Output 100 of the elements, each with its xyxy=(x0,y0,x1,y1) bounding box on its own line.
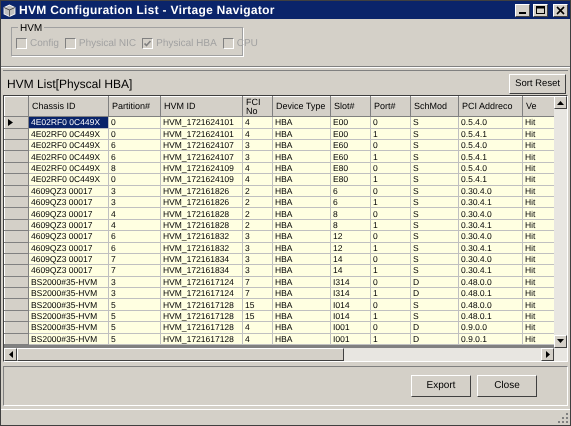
table-cell: BS2000#35-HVM xyxy=(28,322,108,334)
table-cell: 0.5.4.1 xyxy=(458,128,522,140)
table-cell: 0.48.0.0 xyxy=(458,276,522,288)
vertical-scrollbar[interactable] xyxy=(554,96,567,361)
table-cell: HVM_1721617128 xyxy=(160,298,242,310)
table-cell: 0.9.0.0 xyxy=(458,322,522,334)
table-cell: HBA xyxy=(272,116,330,128)
column-header[interactable]: Slot# xyxy=(330,96,370,117)
table-cell: HBA xyxy=(272,150,330,162)
table-cell: 0.30.4.1 xyxy=(458,219,522,231)
table-cell: HBA xyxy=(272,264,330,276)
row-pointer-icon xyxy=(8,118,13,126)
table-cell: HVM_172161834 xyxy=(160,264,242,276)
column-header[interactable]: SchMod xyxy=(410,96,458,117)
export-button[interactable]: Export xyxy=(411,374,471,397)
minimize-button[interactable] xyxy=(515,4,530,17)
table-cell: 4E02RF0 0C449X xyxy=(28,128,108,140)
table-cell: HBA xyxy=(272,310,330,322)
table-cell: 4609QZ3 00017 xyxy=(28,208,108,220)
table-cell: BS2000#35-HVM xyxy=(28,310,108,322)
table-cell: 4609QZ3 00017 xyxy=(28,185,108,196)
table-cell: 4E02RF0 0C449X xyxy=(28,162,108,174)
table-cell: 0.9.0.1 xyxy=(458,333,522,345)
table-cell: 4609QZ3 00017 xyxy=(28,219,108,231)
table-cell: BS2000#35-HVM xyxy=(28,333,108,345)
table-cell: HBA xyxy=(272,298,330,310)
scroll-down-icon[interactable] xyxy=(557,339,564,344)
table-cell: HVM_1721624101 xyxy=(160,128,242,140)
sort-reset-button[interactable]: Sort Reset xyxy=(509,74,566,94)
table-cell: HBA xyxy=(272,276,330,288)
table-cell: 0.5.4.0 xyxy=(458,162,522,174)
table-cell: 0.48.0.1 xyxy=(458,310,522,322)
table-cell: HBA xyxy=(272,208,330,220)
resize-grip-icon[interactable] xyxy=(557,412,568,424)
table-cell: HBA xyxy=(272,162,330,174)
column-header[interactable]: PCI Addreco xyxy=(458,96,522,117)
table-cell: 4609QZ3 00017 xyxy=(28,253,108,265)
table-cell: 0.5.4.1 xyxy=(458,150,522,162)
table-cell: HVM_1721624107 xyxy=(160,139,242,151)
table-cell: 0.5.4.1 xyxy=(458,174,522,186)
table-cell: 0 xyxy=(108,128,160,140)
maximize-icon xyxy=(534,4,547,16)
table-cell: HVM_172161828 xyxy=(160,208,242,220)
table-cell: 0.5.4.0 xyxy=(458,139,522,151)
scroll-up-icon[interactable] xyxy=(557,100,564,105)
table-cell: HBA xyxy=(272,322,330,334)
minimize-icon xyxy=(519,12,526,14)
column-header[interactable]: Device Type xyxy=(272,96,330,117)
table-cell: HVM_172161826 xyxy=(160,185,242,196)
table-cell: 0.48.0.1 xyxy=(458,288,522,299)
table-cell: 4E02RF0 0C449X xyxy=(28,139,108,151)
table-cell: HBA xyxy=(272,253,330,265)
table-cell: HBA xyxy=(272,128,330,140)
column-header[interactable]: Ve xyxy=(522,96,554,117)
table-cell: 0.30.4.0 xyxy=(458,208,522,220)
table-cell: 0.30.4.0 xyxy=(458,253,522,265)
column-header[interactable]: FCI No xyxy=(242,96,272,117)
close-button[interactable]: Close xyxy=(477,374,537,397)
scroll-left-icon[interactable] xyxy=(8,350,12,358)
table-cell: HBA xyxy=(272,288,330,299)
table-cell: 0.30.4.1 xyxy=(458,196,522,208)
table-cell: HBA xyxy=(272,230,330,242)
table-cell: HBA xyxy=(272,242,330,254)
scrollbar-thumb[interactable] xyxy=(17,348,344,361)
app-cube-icon xyxy=(3,4,16,17)
table-cell: HBA xyxy=(272,139,330,151)
table-cell: 3 xyxy=(108,185,160,196)
table-cell: HVM_172161832 xyxy=(160,230,242,242)
table-cell: HVM_1721624109 xyxy=(160,162,242,174)
table-cell: 4609QZ3 00017 xyxy=(28,196,108,208)
close-button[interactable] xyxy=(553,4,568,17)
table-cell: HVM_1721617128 xyxy=(160,322,242,334)
panel-title: HVM List[Physcal HBA] xyxy=(7,76,132,94)
table-cell: 0.30.4.0 xyxy=(458,185,522,196)
table-cell: 3 xyxy=(108,288,160,299)
table-cell: HVM_1721617128 xyxy=(160,333,242,345)
table-cell: 0.30.4.1 xyxy=(458,242,522,254)
table-cell: HBA xyxy=(272,185,330,196)
horizontal-scrollbar[interactable] xyxy=(4,348,554,361)
column-header[interactable]: Port# xyxy=(370,96,410,117)
table-cell: BS2000#35-HVM xyxy=(28,288,108,299)
column-header[interactable]: HVM ID xyxy=(160,96,242,117)
table-cell: HVM_172161832 xyxy=(160,242,242,254)
table-cell: 4609QZ3 00017 xyxy=(28,264,108,276)
table-cell: 4609QZ3 00017 xyxy=(28,242,108,254)
table-cell: HVM_1721617128 xyxy=(160,310,242,322)
table-cell: 0.30.4.0 xyxy=(458,230,522,242)
maximize-button[interactable] xyxy=(533,4,548,17)
table-cell: HVM_172161834 xyxy=(160,253,242,265)
column-header[interactable]: Partition# xyxy=(108,96,160,117)
table-cell: HVM_1721617124 xyxy=(160,288,242,299)
table-cell: HVM_1721624109 xyxy=(160,174,242,186)
row-header[interactable] xyxy=(4,116,28,128)
table-cell: HBA xyxy=(272,196,330,208)
window-title: HVM Configuration List - Virtage Navigator xyxy=(19,2,275,20)
table-cell: 4609QZ3 00017 xyxy=(28,230,108,242)
scroll-right-icon[interactable] xyxy=(546,350,550,358)
column-header[interactable]: Chassis ID xyxy=(28,96,108,117)
table-cell: 0.30.4.1 xyxy=(458,264,522,276)
table-cell: BS2000#35-HVM xyxy=(28,298,108,310)
